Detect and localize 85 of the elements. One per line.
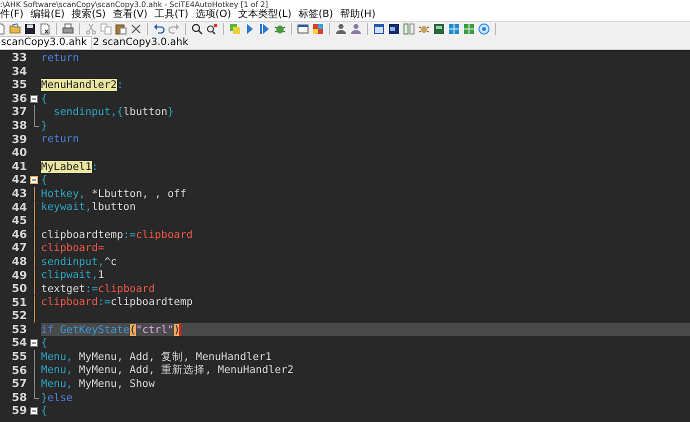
fold-toggle-icon[interactable] [30, 339, 38, 348]
menu-item[interactable]: 帮助(H) [340, 9, 380, 21]
menu-item[interactable]: 查看(V) [112, 9, 152, 21]
line-number: 59 [10, 404, 27, 418]
code-line: MenuHandler2: [41, 78, 124, 92]
line-number: 34 [10, 64, 27, 78]
menu-item[interactable]: 件(F) [0, 9, 29, 21]
fold-toggle-icon[interactable] [30, 176, 38, 184]
line-number: 44 [10, 200, 27, 214]
delete-icon[interactable] [130, 23, 142, 35]
code-line: sendinput,{lbutton} [52, 105, 174, 120]
line-number: 45 [10, 214, 27, 228]
window-icon[interactable] [297, 23, 309, 35]
line-number: 40 [10, 146, 27, 160]
text-cursor [179, 323, 182, 336]
line-number: 37 [10, 105, 27, 119]
undo-icon[interactable] [153, 23, 165, 35]
line-number: 36 [10, 92, 27, 106]
code-line: clipboard:=clipboardtemp [41, 295, 193, 310]
person-icon[interactable] [350, 23, 362, 35]
line-number: 47 [10, 241, 27, 255]
line-number: 57 [10, 377, 27, 391]
line-number: 35 [10, 78, 27, 92]
play-icon[interactable] [259, 23, 271, 35]
window-icon[interactable] [373, 23, 385, 35]
color-palette-icon[interactable] [312, 23, 324, 35]
code-line: textget:=clipboard [41, 282, 155, 296]
menu-item[interactable]: 选项(O) [195, 9, 236, 21]
line-number: 53 [10, 322, 27, 336]
columns-icon[interactable] [403, 23, 415, 35]
line-number: 33 [10, 51, 27, 65]
code-line: { [41, 404, 48, 418]
code-line: keywait,lbutton [41, 200, 136, 214]
bug-icon[interactable] [418, 23, 430, 35]
menu-item[interactable]: 搜索(S) [72, 9, 111, 21]
line-number: 46 [10, 228, 27, 242]
line-number: 49 [10, 268, 27, 282]
grid-icon[interactable] [463, 23, 475, 35]
fold-toggle-icon[interactable] [30, 407, 38, 416]
window-icon[interactable] [388, 23, 400, 35]
line-number: 38 [10, 118, 27, 133]
code-line: MyLabel1: [41, 160, 98, 174]
search-icon[interactable] [191, 23, 203, 35]
line-number: 55 [10, 350, 27, 364]
code-line: Menu, MyMenu, Show [41, 377, 155, 392]
line-number: 42 [10, 173, 27, 187]
code-line: Menu, MyMenu, Add, 复制, MenuHandler1 [41, 350, 272, 364]
line-number: 48 [10, 254, 27, 268]
grid-icon[interactable] [448, 23, 460, 35]
code-line: clipwait,1 [41, 268, 104, 282]
fold-toggle-icon[interactable] [30, 94, 38, 103]
line-number: 52 [10, 309, 27, 323]
replace-icon[interactable] [206, 23, 218, 35]
code-line: Menu, MyMenu, Add, 重新选择, MenuHandler2 [41, 363, 294, 378]
code-line: { [41, 92, 48, 106]
line-number: 41 [10, 160, 27, 174]
device-icon[interactable] [433, 23, 445, 35]
line-number: 51 [10, 296, 27, 310]
code-line: return [41, 50, 79, 65]
code-line: sendinput,^c [41, 254, 117, 269]
code-line: clipboardtemp:=clipboard [41, 228, 193, 242]
line-number: 56 [10, 364, 27, 378]
code-line: { [41, 173, 48, 188]
person-icon[interactable] [335, 23, 347, 35]
line-number: 50 [10, 282, 27, 296]
line-number: 43 [10, 186, 27, 201]
code-line: { [41, 336, 48, 350]
bug-icon[interactable] [274, 23, 286, 35]
code-line: Hotkey, *Lbutton, , off [41, 186, 186, 201]
code-line: } [41, 118, 48, 133]
code-line: }else [41, 390, 73, 405]
code-line: if GetKeyState("ctrl") [41, 322, 180, 337]
line-number: 58 [10, 390, 27, 404]
line-number: 39 [10, 132, 27, 146]
paste-icon[interactable] [115, 23, 127, 35]
menu-item[interactable]: 编辑(E) [30, 9, 70, 21]
menu-item[interactable]: 工具(T) [154, 9, 194, 21]
code-line: clipboard= [41, 241, 104, 256]
line-number: 54 [10, 336, 27, 350]
close-document-icon[interactable] [39, 23, 51, 35]
folder-icon[interactable] [9, 23, 21, 35]
menu-item[interactable]: 标签(B) [298, 9, 338, 21]
save-icon[interactable] [24, 23, 36, 35]
code-line: return [41, 132, 79, 146]
print-icon[interactable] [62, 23, 74, 35]
